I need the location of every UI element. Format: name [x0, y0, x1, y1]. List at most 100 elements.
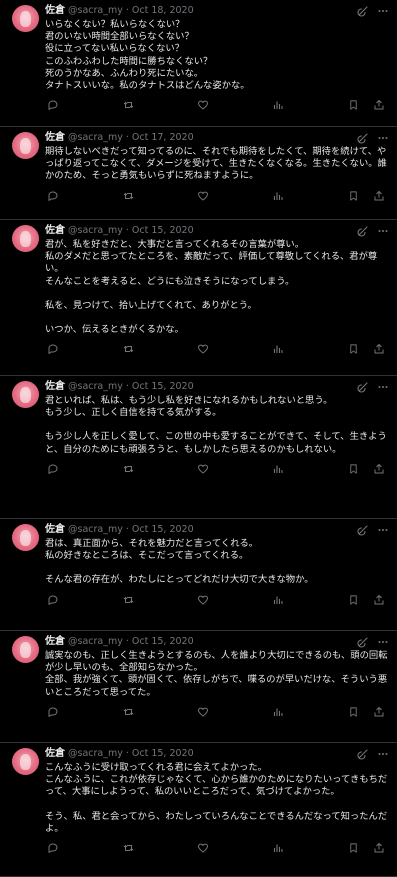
views-icon[interactable] — [270, 461, 286, 477]
reply-icon[interactable] — [45, 97, 61, 113]
grok-icon[interactable] — [357, 636, 369, 648]
like-icon[interactable] — [195, 97, 211, 113]
bookmark-icon[interactable] — [345, 461, 361, 477]
tweet-date[interactable]: Oct 15, 2020 — [132, 223, 194, 238]
views-icon[interactable] — [270, 97, 286, 113]
author-name[interactable]: 佐倉 — [45, 223, 65, 238]
more-icon[interactable] — [377, 132, 389, 144]
tweet-line: そう、私、君と会ってから、わたしっていろんなことできるんだなって知ったんだよ。 — [45, 810, 388, 834]
bookmark-icon[interactable] — [345, 704, 361, 720]
like-icon[interactable] — [195, 704, 211, 720]
tweet-date[interactable]: Oct 15, 2020 — [132, 379, 194, 394]
reply-icon[interactable] — [45, 461, 61, 477]
tweet[interactable]: 佐倉 @sacra_my · Oct 15, 2020 君といれば、私は、もう少… — [0, 376, 397, 519]
avatar[interactable] — [12, 132, 39, 159]
tweet-date[interactable]: Oct 18, 2020 — [132, 3, 194, 18]
views-icon[interactable] — [270, 840, 286, 856]
grok-icon[interactable] — [357, 225, 369, 237]
grok-icon[interactable] — [357, 381, 369, 393]
retweet-icon[interactable] — [120, 840, 136, 856]
tweet-line: いつか、伝えるときがくるかな。 — [45, 324, 184, 336]
avatar[interactable] — [12, 225, 39, 252]
tweet-date[interactable]: Oct 15, 2020 — [132, 746, 194, 761]
reply-icon[interactable] — [45, 592, 61, 608]
share-icon[interactable] — [371, 592, 387, 608]
tweet[interactable]: 佐倉 @sacra_my · Oct 15, 2020 誠実なのも、正しく生きよ… — [0, 631, 397, 743]
bookmark-icon[interactable] — [345, 341, 361, 357]
like-icon[interactable] — [195, 341, 211, 357]
grok-icon[interactable] — [357, 5, 369, 17]
retweet-icon[interactable] — [120, 97, 136, 113]
grok-icon[interactable] — [357, 748, 369, 760]
author-name[interactable]: 佐倉 — [45, 379, 65, 394]
share-icon[interactable] — [371, 461, 387, 477]
like-icon[interactable] — [195, 840, 211, 856]
bookmark-icon[interactable] — [345, 97, 361, 113]
author-handle[interactable]: @sacra_my — [68, 522, 123, 537]
author-handle[interactable]: @sacra_my — [68, 746, 123, 761]
author-name[interactable]: 佐倉 — [45, 746, 65, 761]
separator-dot: · — [125, 132, 129, 143]
tweet-date[interactable]: Oct 15, 2020 — [132, 634, 194, 649]
tweet[interactable]: 佐倉 @sacra_my · Oct 15, 2020 君は、真正面から、それを… — [0, 519, 397, 631]
grok-icon[interactable] — [357, 132, 369, 144]
tweet[interactable]: 佐倉 @sacra_my · Oct 15, 2020 君が、私を好きだと、大事… — [0, 220, 397, 376]
share-icon[interactable] — [371, 341, 387, 357]
reply-icon[interactable] — [45, 341, 61, 357]
author-name[interactable]: 佐倉 — [45, 634, 65, 649]
tweet[interactable]: 佐倉 @sacra_my · Oct 17, 2020 期待しないべきだって知っ… — [0, 127, 397, 220]
avatar[interactable] — [12, 524, 39, 551]
more-icon[interactable] — [377, 381, 389, 393]
reply-icon[interactable] — [45, 704, 61, 720]
tweet-date[interactable]: Oct 15, 2020 — [132, 522, 194, 537]
reply-icon[interactable] — [45, 840, 61, 856]
tweet-text: 期待しないべきだって知ってるのに、それでも期待をしたくて、期待を続けて、やっぱり… — [45, 146, 389, 183]
views-icon[interactable] — [270, 188, 286, 204]
tweet-line: そんなことを考えると、どうにも泣きそうになってしまう。 — [45, 275, 295, 287]
author-handle[interactable]: @sacra_my — [68, 3, 123, 18]
views-icon[interactable] — [270, 592, 286, 608]
share-icon[interactable] — [371, 97, 387, 113]
avatar[interactable] — [12, 5, 39, 32]
more-icon[interactable] — [377, 636, 389, 648]
tweet[interactable]: 佐倉 @sacra_my · Oct 18, 2020 いらなくない？私いらなく… — [0, 0, 397, 127]
retweet-icon[interactable] — [120, 461, 136, 477]
like-icon[interactable] — [195, 188, 211, 204]
more-icon[interactable] — [377, 5, 389, 17]
retweet-icon[interactable] — [120, 341, 136, 357]
author-handle[interactable]: @sacra_my — [68, 379, 123, 394]
author-handle[interactable]: @sacra_my — [68, 634, 123, 649]
tweet[interactable]: 佐倉 @sacra_my · Oct 15, 2020 こんなふうに受け取ってく… — [0, 743, 397, 877]
share-icon[interactable] — [371, 840, 387, 856]
avatar[interactable] — [12, 748, 39, 775]
views-icon[interactable] — [270, 704, 286, 720]
bookmark-icon[interactable] — [345, 592, 361, 608]
tweet-date[interactable]: Oct 17, 2020 — [132, 130, 194, 145]
author-handle[interactable]: @sacra_my — [68, 130, 123, 145]
more-icon[interactable] — [377, 225, 389, 237]
retweet-icon[interactable] — [120, 592, 136, 608]
bookmark-icon[interactable] — [345, 188, 361, 204]
author-name[interactable]: 佐倉 — [45, 522, 65, 537]
tweet-line: 私の好きなところは、そこだって言ってくれる。 — [45, 550, 249, 562]
author-name[interactable]: 佐倉 — [45, 130, 65, 145]
share-icon[interactable] — [371, 704, 387, 720]
avatar[interactable] — [12, 381, 39, 408]
tweet-line: 君が、私を好きだと、大事だと言ってくれるその言葉が尊い。 — [45, 239, 305, 250]
like-icon[interactable] — [195, 592, 211, 608]
share-icon[interactable] — [371, 188, 387, 204]
more-icon[interactable] — [377, 524, 389, 536]
views-icon[interactable] — [270, 341, 286, 357]
retweet-icon[interactable] — [120, 188, 136, 204]
bookmark-icon[interactable] — [345, 840, 361, 856]
grok-icon[interactable] — [357, 524, 369, 536]
more-icon[interactable] — [377, 748, 389, 760]
reply-icon[interactable] — [45, 188, 61, 204]
author-name[interactable]: 佐倉 — [45, 3, 65, 18]
header-actions — [357, 225, 389, 237]
like-icon[interactable] — [195, 461, 211, 477]
author-handle[interactable]: @sacra_my — [68, 223, 123, 238]
retweet-icon[interactable] — [120, 704, 136, 720]
avatar[interactable] — [12, 636, 39, 663]
